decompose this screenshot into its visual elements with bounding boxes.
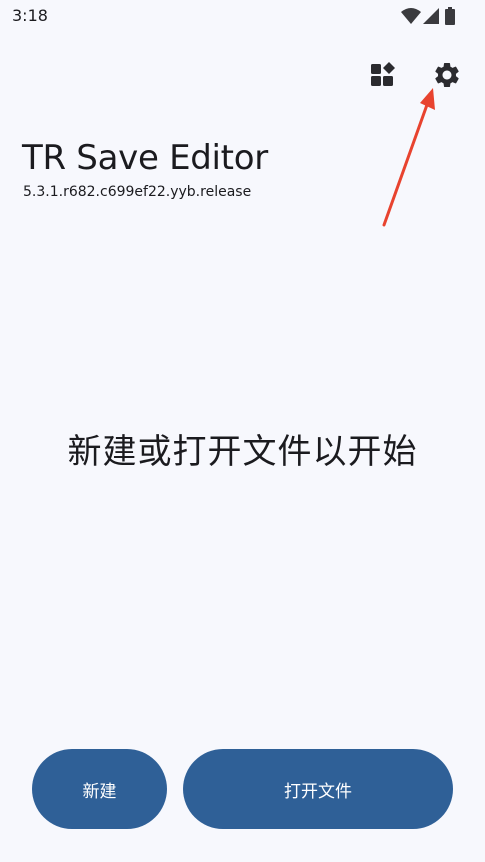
battery-icon — [445, 7, 455, 25]
settings-button[interactable] — [427, 55, 467, 95]
widgets-button[interactable] — [363, 55, 403, 95]
new-file-button[interactable]: 新建 — [32, 749, 167, 829]
widgets-icon — [371, 62, 395, 86]
app-title: TR Save Editor — [22, 138, 268, 178]
status-bar: 3:18 — [0, 0, 485, 34]
status-time: 3:18 — [12, 6, 48, 25]
open-file-button[interactable]: 打开文件 — [183, 749, 453, 829]
wifi-icon — [401, 8, 421, 24]
empty-state-hint: 新建或打开文件以开始 — [67, 432, 418, 472]
app-version: 5.3.1.r682.c699ef22.yyb.release — [23, 184, 252, 200]
cellular-signal-icon — [423, 8, 439, 24]
settings-gear-icon — [435, 62, 459, 87]
